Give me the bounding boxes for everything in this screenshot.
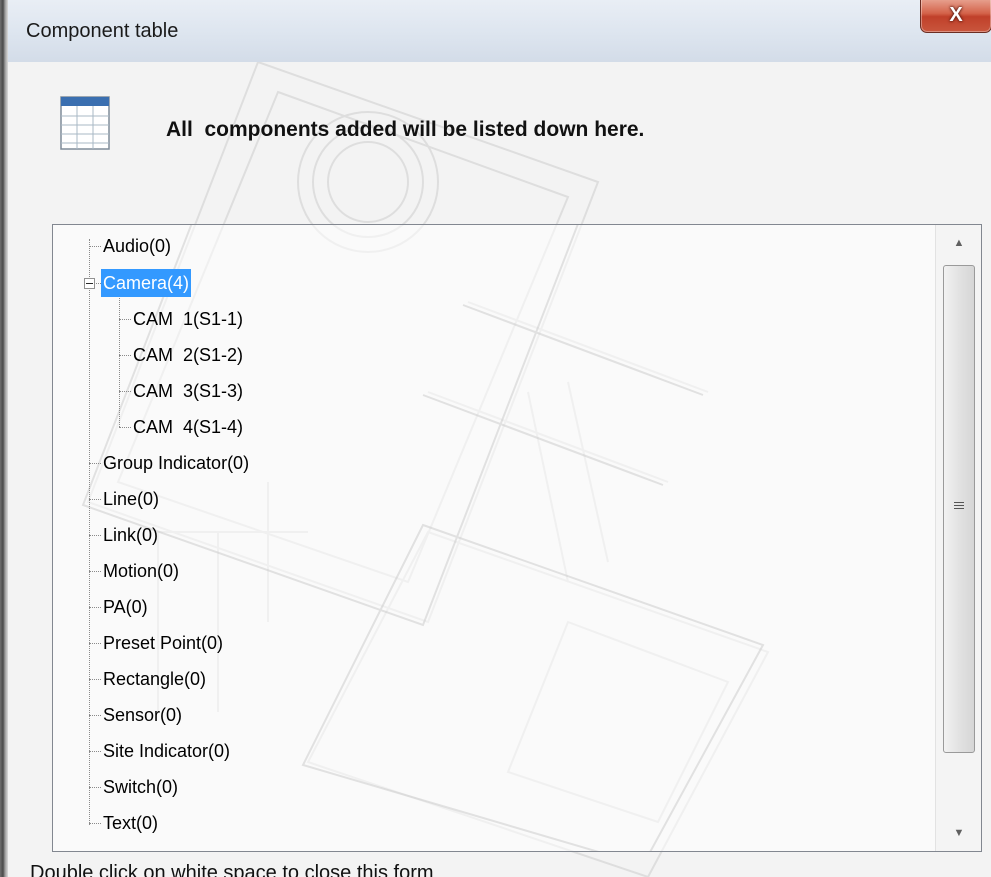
table-icon bbox=[60, 96, 110, 150]
tree-item-motion[interactable]: Motion(0) bbox=[103, 557, 179, 585]
vertical-scrollbar[interactable]: ▲ ▼ bbox=[935, 225, 981, 851]
tree-item-rectangle[interactable]: Rectangle(0) bbox=[103, 665, 206, 693]
tree-item-camera[interactable]: Camera(4) bbox=[101, 269, 192, 297]
tree-connector bbox=[89, 715, 101, 716]
tree-connector bbox=[119, 319, 131, 320]
component-tree[interactable]: Audio(0) Camera(4) CAM 1(S1-1) CAM 2(S1-… bbox=[52, 224, 982, 852]
tree-connector bbox=[89, 571, 101, 572]
tree-connector bbox=[89, 535, 101, 536]
tree-item-audio[interactable]: Audio(0) bbox=[103, 232, 171, 260]
close-icon: X bbox=[949, 4, 963, 26]
tree-connector bbox=[89, 607, 101, 608]
window-title: Component table bbox=[26, 20, 179, 42]
tree-item-pa[interactable]: PA(0) bbox=[103, 593, 148, 621]
tree-item-cam-3[interactable]: CAM 3(S1-3) bbox=[133, 377, 243, 405]
tree-item-group-indicator[interactable]: Group Indicator(0) bbox=[103, 449, 249, 477]
dialog-content[interactable]: All components added will be listed down… bbox=[8, 62, 991, 877]
tree-item-sensor[interactable]: Sensor(0) bbox=[103, 701, 182, 729]
tree-connector bbox=[89, 679, 101, 680]
tree-connector bbox=[89, 499, 101, 500]
tree-item-preset-point[interactable]: Preset Point(0) bbox=[103, 629, 223, 657]
tree-item-site-indicator[interactable]: Site Indicator(0) bbox=[103, 737, 230, 765]
tree-camera-children-line bbox=[119, 295, 120, 427]
tree-connector bbox=[89, 463, 101, 464]
tree-connector bbox=[89, 823, 101, 824]
tree-root-line bbox=[89, 239, 90, 825]
tree-connector bbox=[119, 355, 131, 356]
header-message: All components added will be listed down… bbox=[166, 118, 645, 141]
tree-item-cam-2[interactable]: CAM 2(S1-2) bbox=[133, 341, 243, 369]
scroll-thumb[interactable] bbox=[943, 265, 975, 753]
window-edge-left bbox=[0, 0, 8, 877]
tree-connector bbox=[89, 751, 101, 752]
tree-connector bbox=[89, 246, 101, 247]
title-bar[interactable]: Component table X bbox=[8, 0, 991, 62]
tree-item-switch[interactable]: Switch(0) bbox=[103, 773, 178, 801]
tree-connector bbox=[119, 391, 131, 392]
scroll-grip-icon bbox=[954, 502, 964, 511]
tree-connector bbox=[89, 643, 101, 644]
tree-connector bbox=[119, 427, 131, 428]
scroll-up-arrow-icon[interactable]: ▲ bbox=[936, 225, 981, 261]
collapse-minus-icon[interactable] bbox=[84, 278, 95, 289]
tree-item-text[interactable]: Text(0) bbox=[103, 809, 158, 837]
tree-item-line[interactable]: Line(0) bbox=[103, 485, 159, 513]
tree-item-cam-1[interactable]: CAM 1(S1-1) bbox=[133, 305, 243, 333]
tree-item-cam-4[interactable]: CAM 4(S1-4) bbox=[133, 413, 243, 441]
component-table-window: Component table X All components added w… bbox=[0, 0, 991, 877]
tree-connector bbox=[89, 787, 101, 788]
tree-item-link[interactable]: Link(0) bbox=[103, 521, 158, 549]
scroll-down-arrow-icon[interactable]: ▼ bbox=[936, 815, 981, 851]
close-button[interactable]: X bbox=[920, 0, 991, 33]
status-hint: Double click on white space to close thi… bbox=[30, 862, 434, 877]
